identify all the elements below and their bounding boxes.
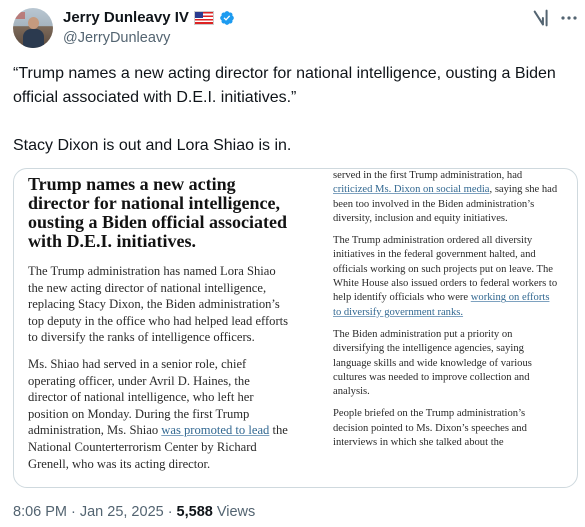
views-label: Views xyxy=(216,504,256,520)
article-paragraph: Ms. Shiao had served in a senior role, c… xyxy=(28,356,288,471)
avatar[interactable] xyxy=(13,8,53,48)
article-paragraph: The Trump administration has named Lora … xyxy=(28,264,289,345)
article-paragraph: served in the first Trump administration… xyxy=(333,170,558,224)
more-icon[interactable] xyxy=(560,12,578,24)
article-paragraph: The Trump administration ordered all div… xyxy=(333,235,558,318)
article-paragraph: The Biden administration put a priority … xyxy=(333,328,532,398)
article-link: criticized Ms. Dixon on social media xyxy=(333,184,490,196)
verified-badge-icon xyxy=(220,10,234,25)
author-handle[interactable]: @JerryDunleavy xyxy=(63,30,170,46)
author-display-name[interactable]: Jerry Dunleavy IV xyxy=(63,9,189,26)
tweet-line-quote: “Trump names a new acting director for n… xyxy=(13,65,556,106)
post-date[interactable]: Jan 25, 2025 xyxy=(80,504,164,520)
article-right-column: served in the first Trump administration… xyxy=(333,169,558,458)
tweet-meta: 8:06 PM · Jan 25, 2025 · 5,588 Views xyxy=(13,504,255,520)
post-time[interactable]: 8:06 PM xyxy=(13,504,67,520)
grok-icon[interactable] xyxy=(531,7,553,29)
avatar-body xyxy=(23,29,44,48)
tweet-line-statement: Stacy Dixon is out and Lora Shiao is in. xyxy=(13,137,292,154)
avatar-flag-detail xyxy=(15,12,25,19)
article-paragraph: People briefed on the Trump administrati… xyxy=(333,408,527,449)
article-headline: Trump names a new acting director for na… xyxy=(28,174,288,251)
us-flag-icon xyxy=(193,10,214,25)
article-screenshot[interactable]: Trump names a new acting director for na… xyxy=(13,168,578,488)
article-link: was promoted to lead xyxy=(161,423,270,438)
article-left-column: Trump names a new acting director for na… xyxy=(28,175,292,482)
meta-separator: · xyxy=(167,504,173,520)
meta-separator: · xyxy=(71,504,76,520)
author-name-row: Jerry Dunleavy IV xyxy=(63,9,235,26)
views-count: 5,588 xyxy=(176,504,213,520)
tweet-text: “Trump names a new acting director for n… xyxy=(13,62,578,158)
avatar-head xyxy=(28,17,39,29)
